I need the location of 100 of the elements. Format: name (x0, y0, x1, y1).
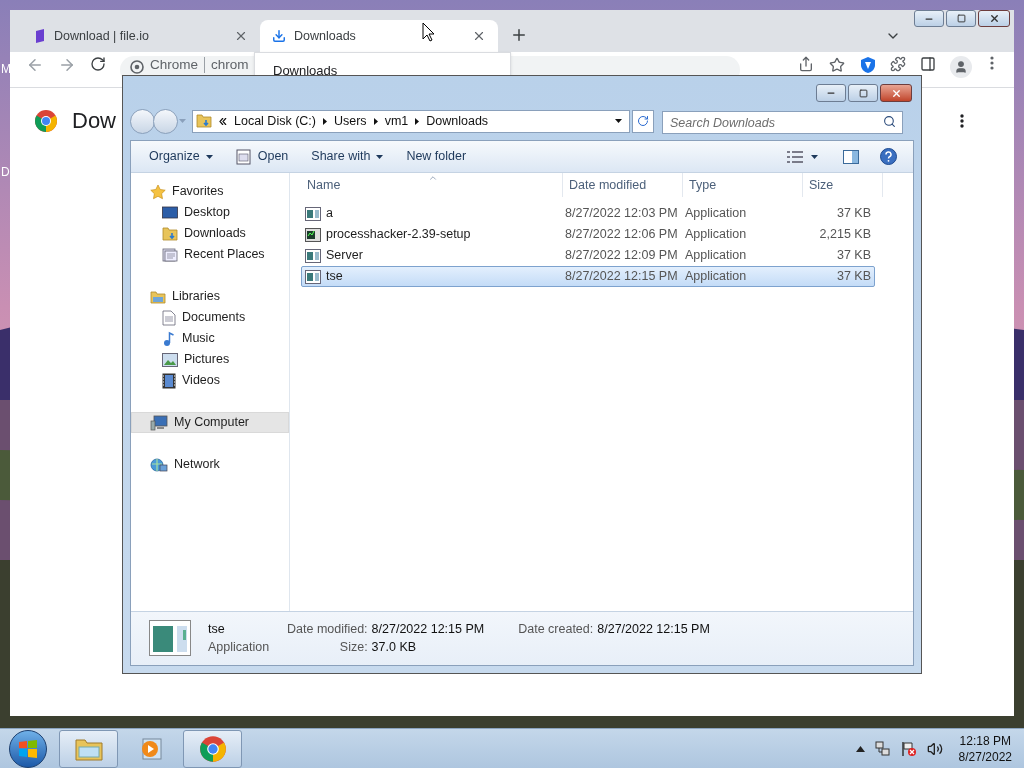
maximize-button[interactable] (946, 10, 976, 27)
dropdown-caret-icon (205, 154, 213, 159)
breadcrumb-item[interactable]: vm1 (384, 111, 409, 131)
nav-item[interactable]: Documents (131, 307, 289, 328)
refresh-icon (637, 115, 649, 127)
address-bar[interactable]: Local Disk (C:) Users vm1 Downloads (192, 109, 630, 133)
file-name: processhacker-2.39-setup (326, 226, 471, 244)
nav-item[interactable]: Downloads (131, 223, 289, 244)
breadcrumb-item[interactable]: Downloads (426, 111, 489, 131)
nav-item[interactable]: My Computer (131, 412, 289, 433)
file-size: 37 KB (835, 268, 871, 286)
nav-item[interactable]: Libraries (131, 286, 289, 307)
volume-icon (926, 740, 943, 757)
file-type: Application (685, 226, 748, 244)
close-button[interactable] (978, 10, 1010, 27)
taskbar-button[interactable] (183, 729, 242, 768)
file-name: Server (326, 247, 363, 265)
help-icon (880, 148, 897, 165)
close-button[interactable] (880, 84, 912, 102)
person-icon (954, 60, 968, 74)
close-icon (472, 29, 486, 43)
refresh-button[interactable] (632, 109, 654, 133)
nav-item[interactable]: Music (131, 328, 289, 349)
extensions-button[interactable] (890, 56, 906, 72)
dropdown-caret-icon (811, 154, 818, 159)
download-folder-icon (162, 225, 178, 242)
file-date: 8/27/2022 12:06 PM (565, 226, 679, 244)
file-name: a (326, 205, 333, 223)
nav-item[interactable]: Recent Places (131, 244, 289, 265)
file-row[interactable]: Server 8/27/2022 12:09 PM Application 37 KB (301, 245, 875, 266)
minimize-button[interactable] (816, 84, 846, 102)
nav-item[interactable]: Network (131, 454, 289, 475)
column-header[interactable]: Date modified (563, 173, 683, 197)
nav-item[interactable]: Favorites (131, 181, 289, 202)
file-size: 2,215 KB (818, 226, 871, 244)
browser-tab[interactable]: Download | file.io (22, 20, 260, 52)
nav-item[interactable]: Desktop (131, 202, 289, 223)
details-label: Size: (338, 639, 368, 656)
profile-button[interactable] (950, 56, 972, 78)
minimize-button[interactable] (914, 10, 944, 27)
bookmark-button[interactable] (828, 56, 846, 74)
maximize-icon (858, 88, 868, 98)
search-field[interactable]: Search Downloads (662, 111, 903, 134)
maximize-icon (956, 14, 966, 23)
application-icon (305, 269, 321, 284)
nav-item[interactable]: Videos (131, 370, 289, 391)
desktop-icon (162, 205, 178, 220)
file-size: 37 KB (835, 205, 871, 223)
file-row[interactable]: processhacker-2.39-setup 8/27/2022 12:06 PM Application 2,215 KB (301, 224, 875, 245)
breadcrumb-arrow-icon (322, 117, 327, 125)
star-icon (150, 183, 166, 200)
breadcrumb-arrow-icon (373, 117, 378, 125)
file-type: Application (685, 247, 748, 265)
toolbar-button[interactable]: Share with (303, 144, 392, 169)
application-icon (149, 620, 191, 656)
start-button[interactable] (9, 729, 47, 768)
page-menu-button[interactable] (960, 113, 964, 128)
new-tab-button[interactable] (510, 26, 528, 44)
side-panel-button[interactable] (920, 56, 936, 72)
maximize-button[interactable] (848, 84, 878, 102)
file-row[interactable]: a 8/27/2022 12:03 PM Application 37 KB (301, 203, 875, 224)
kebab-menu-icon (960, 113, 964, 128)
column-header[interactable]: Size (803, 173, 883, 197)
share-button[interactable] (798, 56, 814, 72)
breadcrumb-item[interactable]: Users (333, 111, 367, 131)
file-row[interactable]: tse 8/27/2022 12:15 PM Application 37 KB (301, 266, 875, 287)
help-button[interactable] (880, 148, 897, 165)
extension-button[interactable] (860, 56, 876, 74)
back-button[interactable] (26, 56, 44, 74)
reload-icon (90, 56, 106, 72)
preview-pane-button[interactable] (843, 149, 859, 164)
tab-close-button[interactable] (472, 29, 486, 43)
clock[interactable]: 12:18 PM 8/27/2022 (958, 732, 1012, 765)
file-name: tse (326, 268, 343, 286)
triangle-up-icon (855, 745, 865, 752)
breadcrumb-item[interactable]: Local Disk (C:) (234, 111, 316, 131)
pictures-icon (162, 352, 178, 367)
site-label: Chrome (150, 57, 198, 73)
toolbar-button[interactable]: Organize (141, 144, 221, 169)
chrome-icon (130, 60, 144, 74)
folder-icon (74, 736, 103, 761)
show-hidden-icons-button[interactable] (855, 745, 865, 752)
column-header[interactable]: Type (683, 173, 803, 197)
search-icon (883, 114, 896, 128)
toolbar-button[interactable]: New folder (398, 144, 475, 169)
details-value: 8/27/2022 12:15 PM (597, 621, 710, 638)
preview-pane-icon (843, 149, 859, 164)
tab-menu-item[interactable]: Downloads (273, 63, 338, 78)
browser-tab[interactable]: Downloads (260, 20, 498, 52)
details-view-icon (787, 150, 803, 163)
forward-button[interactable] (58, 56, 76, 74)
toolbar-button[interactable]: Open (227, 144, 297, 169)
nav-item[interactable]: Pictures (131, 349, 289, 370)
windows-logo-icon (18, 739, 38, 758)
column-header[interactable]: Name (301, 173, 563, 197)
taskbar-button[interactable] (59, 729, 118, 768)
tab-close-button[interactable] (234, 29, 248, 43)
setup-program-icon (305, 227, 321, 242)
reload-button[interactable] (90, 56, 106, 72)
plus-icon (510, 26, 528, 44)
